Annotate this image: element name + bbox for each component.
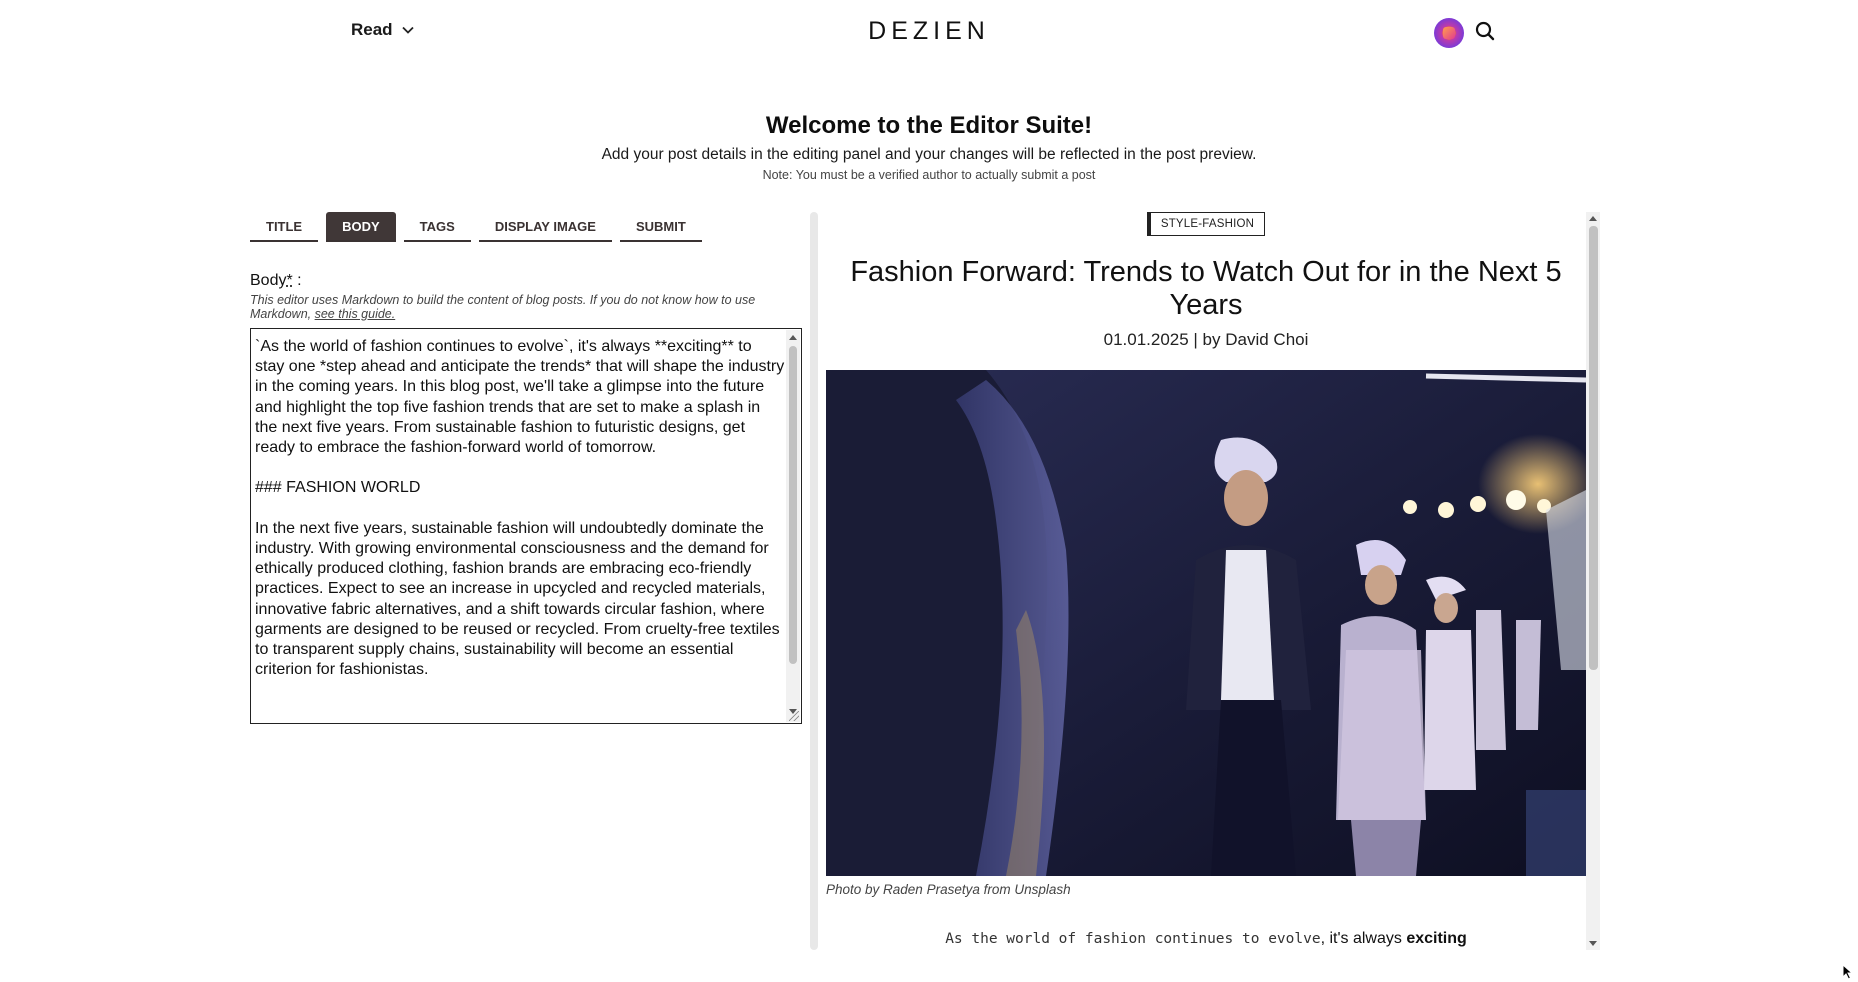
runway-photo xyxy=(826,370,1586,876)
body-bold-text: exciting xyxy=(1406,930,1467,947)
category-tag[interactable]: STYLE-FASHION xyxy=(1146,212,1266,236)
body-text: , it's always xyxy=(1320,930,1407,947)
textarea-scrollbar[interactable] xyxy=(786,330,800,722)
body-textarea-value[interactable]: `As the world of fashion continues to ev… xyxy=(255,337,785,717)
markdown-help-text: This editor uses Markdown to build the c… xyxy=(250,293,802,321)
preview-scroll-thumb[interactable] xyxy=(1589,226,1598,670)
preview-scrollbar[interactable] xyxy=(1586,212,1600,950)
page-subtitle: Add your post details in the editing pan… xyxy=(601,146,1257,163)
post-display-image xyxy=(826,370,1586,876)
tab-title[interactable]: TITLE xyxy=(250,212,319,242)
body-inline-code: As the world of fashion continues to evo… xyxy=(945,931,1321,947)
author-note: Note: You must be a verified author to a… xyxy=(762,168,1096,182)
tab-submit[interactable]: SUBMIT xyxy=(619,212,702,242)
post-title: Fashion Forward: Trends to Watch Out for… xyxy=(850,256,1562,321)
scroll-down-arrow-icon[interactable] xyxy=(1589,941,1597,946)
body-label-text: Body xyxy=(250,272,287,289)
editor-intro: Welcome to the Editor Suite! Add your po… xyxy=(0,112,1858,182)
page-title: Welcome to the Editor Suite! xyxy=(765,112,1093,139)
tab-display-image[interactable]: DISPLAY IMAGE xyxy=(478,212,612,242)
mouse-cursor-icon xyxy=(1842,964,1854,980)
category-tag-wrap: STYLE-FASHION xyxy=(826,212,1586,236)
markdown-guide-link[interactable]: see this guide. xyxy=(315,307,396,321)
body-textarea[interactable]: `As the world of fashion continues to ev… xyxy=(250,328,802,724)
tab-tags[interactable]: TAGS xyxy=(403,212,471,242)
avatar[interactable] xyxy=(1434,18,1464,48)
search-icon[interactable] xyxy=(1474,20,1496,42)
editor-tabs: TITLE BODY TAGS DISPLAY IMAGE SUBMIT xyxy=(250,212,702,242)
post-meta: 01.01.2025 | by David Choi xyxy=(1103,330,1309,349)
body-field-label: Body* : xyxy=(250,272,802,290)
site-logo[interactable]: DEZIEN xyxy=(0,17,1858,46)
scroll-up-arrow-icon[interactable] xyxy=(1589,216,1597,221)
resize-handle-icon[interactable] xyxy=(789,711,799,721)
textarea-scroll-thumb[interactable] xyxy=(789,346,797,664)
editor-panel: Body* : This editor uses Markdown to bui… xyxy=(250,272,802,724)
panel-divider xyxy=(810,212,818,950)
body-label-suffix: : xyxy=(292,272,302,289)
tab-body[interactable]: BODY xyxy=(326,212,396,242)
image-caption: Photo by Raden Prasetya from Unsplash xyxy=(826,882,1071,897)
post-body-preview: As the world of fashion continues to evo… xyxy=(826,930,1586,948)
site-header: Read DEZIEN xyxy=(0,0,1858,64)
scroll-up-arrow-icon[interactable] xyxy=(789,335,797,340)
post-preview: STYLE-FASHION Fashion Forward: Trends to… xyxy=(826,212,1600,950)
